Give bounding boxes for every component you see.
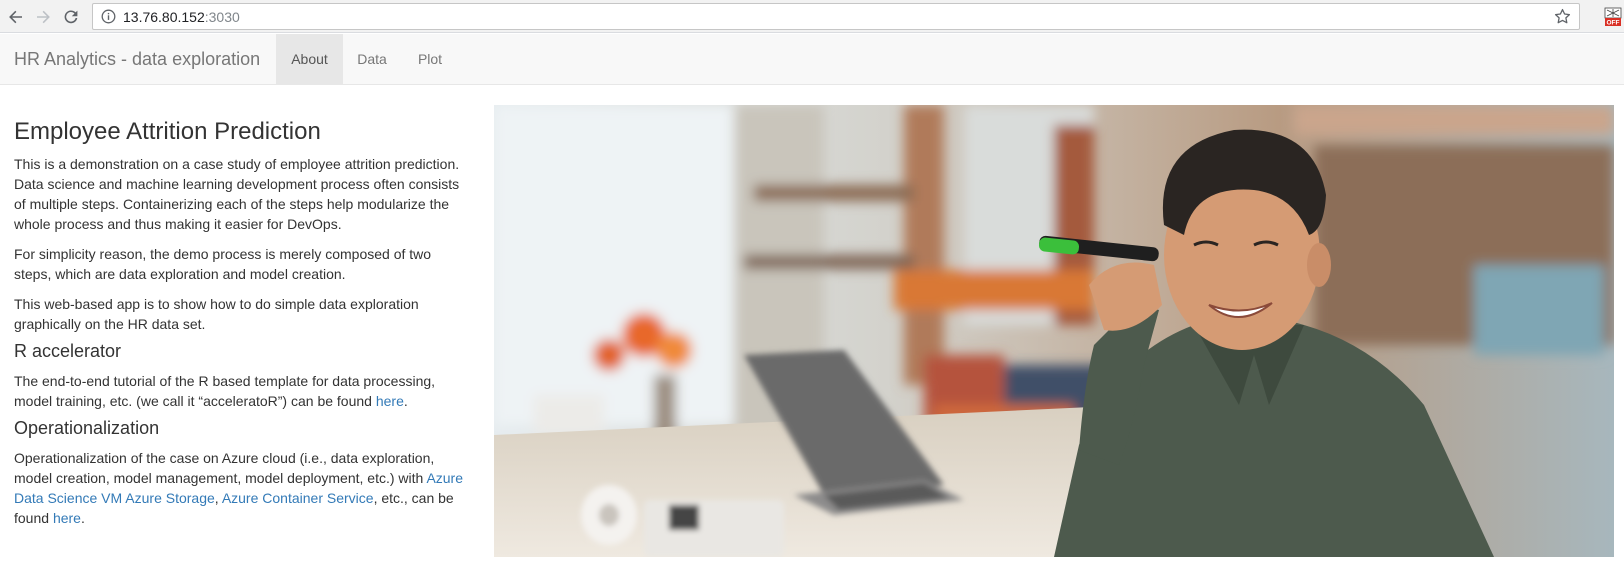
forward-arrow-icon[interactable]: [32, 6, 54, 28]
intro-paragraph-3: This web-based app is to show how to do …: [14, 296, 419, 332]
azure-storage-link[interactable]: Azure Storage: [125, 490, 215, 506]
operationalization-paragraph: Operationalization of the case on Azure …: [14, 448, 468, 528]
url-host: 13.76.80.152: [123, 9, 205, 25]
back-arrow-icon[interactable]: [5, 6, 27, 28]
svg-text:OFF: OFF: [1607, 20, 1620, 27]
url-text: 13.76.80.152:3030: [123, 9, 240, 25]
browser-toolbar: 13.76.80.152:3030 OFF: [0, 0, 1624, 33]
intro-paragraph-2: For simplicity reason, the demo process …: [14, 246, 432, 282]
link-separator: ,: [214, 490, 222, 506]
hero-image: [494, 105, 1614, 557]
info-icon[interactable]: [101, 9, 116, 24]
tab-about[interactable]: About: [276, 34, 343, 85]
about-content: Employee Attrition Prediction This is a …: [14, 118, 468, 538]
r-accelerator-text: The end-to-end tutorial of the R based t…: [14, 373, 436, 409]
section-heading-operationalization: Operationalization: [14, 418, 160, 438]
operationalization-here-link[interactable]: here: [53, 510, 81, 526]
section-heading-r-accelerator: R accelerator: [14, 341, 122, 361]
r-accelerator-paragraph: The end-to-end tutorial of the R based t…: [14, 371, 468, 411]
accelerator-here-link[interactable]: here: [376, 393, 404, 409]
r-accelerator-text-end: .: [403, 393, 408, 409]
intro-paragraph-1: This is a demonstration on a case study …: [14, 156, 460, 232]
app-navbar: HR Analytics - data exploration About Da…: [0, 34, 1624, 85]
hero-photo-illustration: [494, 105, 1614, 557]
tab-plot[interactable]: Plot: [401, 34, 459, 85]
navbar-brand[interactable]: HR Analytics - data exploration: [14, 49, 260, 70]
operationalization-text: Operationalization of the case on Azure …: [14, 450, 435, 486]
reload-icon[interactable]: [60, 6, 82, 28]
page-title: Employee Attrition Prediction: [14, 118, 321, 145]
bookmark-star-icon[interactable]: [1554, 8, 1571, 25]
address-bar[interactable]: 13.76.80.152:3030: [92, 3, 1580, 30]
azure-container-service-link[interactable]: Azure Container Service: [222, 490, 374, 506]
url-port: :3030: [204, 9, 240, 25]
tab-data[interactable]: Data: [343, 34, 401, 85]
operationalization-text-end: .: [80, 510, 85, 526]
extension-off-icon[interactable]: OFF: [1604, 7, 1622, 27]
